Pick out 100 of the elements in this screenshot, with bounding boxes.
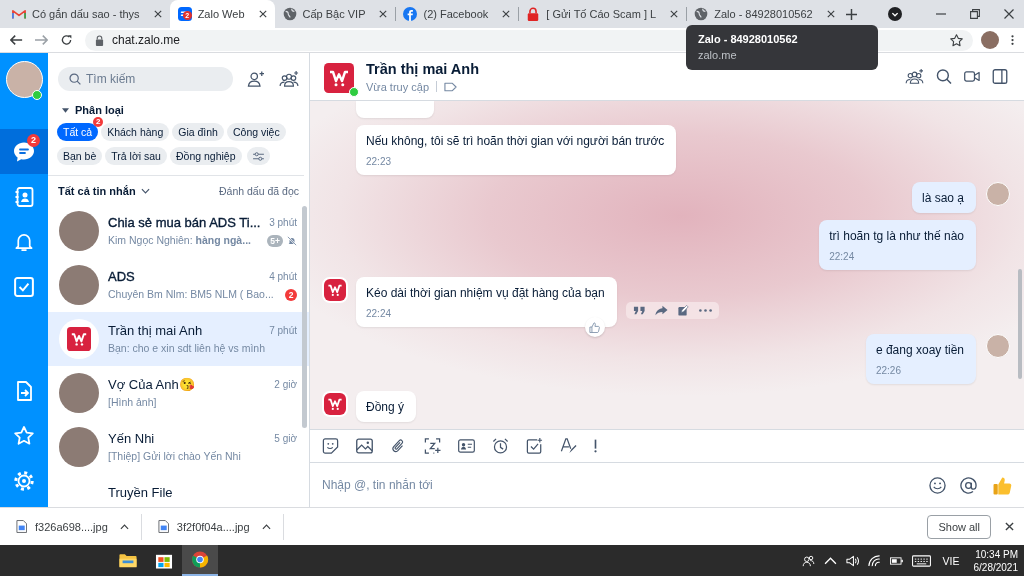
message-input[interactable]: Nhập @, tin nhắn tới	[322, 472, 915, 498]
mail-icon	[12, 7, 26, 21]
reload-icon[interactable]	[60, 34, 73, 46]
search-icon[interactable]	[936, 69, 952, 84]
facebook-icon	[403, 7, 418, 21]
more-icon[interactable]	[698, 309, 712, 312]
new-tab-icon[interactable]	[846, 8, 857, 20]
people-icon[interactable]	[801, 554, 815, 567]
category-chip[interactable]: Tất cả	[57, 123, 99, 141]
keyboard-icon[interactable]	[911, 554, 931, 567]
bell-icon	[14, 231, 34, 252]
menu-icon[interactable]	[1011, 34, 1014, 46]
close-icon[interactable]	[1004, 9, 1014, 19]
create-group-icon[interactable]	[279, 71, 299, 87]
contact-card-icon[interactable]	[458, 438, 475, 454]
checklist-icon[interactable]	[526, 438, 543, 454]
add-friend-icon[interactable]	[247, 71, 265, 87]
quote-icon[interactable]	[632, 305, 646, 316]
forward-arrow-icon[interactable]	[35, 34, 48, 46]
category-chip[interactable]: Trả lời sau	[105, 147, 167, 165]
contact-name: ADS	[108, 269, 135, 284]
caret-up-icon[interactable]	[261, 523, 271, 530]
chevron-up-icon[interactable]	[823, 554, 837, 567]
contact-avatar	[59, 265, 99, 305]
sticker-icon[interactable]	[322, 438, 339, 454]
caret-down-icon[interactable]	[62, 107, 69, 113]
browser-tab[interactable]: Zalo - 84928010562	[686, 0, 843, 28]
browser-tab[interactable]: Cấp Bậc VIP	[274, 0, 396, 28]
edit-icon[interactable]	[676, 305, 690, 316]
tag-icon[interactable]	[444, 81, 457, 92]
file-transfer-icon	[14, 380, 34, 401]
category-chip[interactable]: Bạn bè	[57, 147, 103, 165]
last-seen-status: Vừa truy cập	[366, 80, 429, 93]
show-all-button[interactable]: Show all	[927, 514, 991, 539]
category-chip[interactable]: Công việc	[226, 123, 286, 141]
add-to-group-icon[interactable]	[905, 69, 924, 84]
chevron-down-icon	[140, 188, 150, 194]
message-time: 3 phút	[269, 217, 297, 228]
alarm-clock-icon[interactable]	[492, 438, 509, 454]
message-text: e đang xoay tiền	[875, 343, 964, 358]
thumbs-up-icon[interactable]	[993, 475, 1012, 495]
category-chip[interactable]: Khách hàng	[101, 123, 170, 141]
search-field[interactable]: Tìm kiếm	[58, 67, 233, 91]
message-time: 22:24	[366, 308, 393, 320]
category-chip[interactable]: Đồng nghiệp	[169, 147, 242, 165]
settings-icon	[14, 470, 34, 491]
browser-tab[interactable]: [ Gửi Tố Cáo Scam ] L	[518, 0, 687, 28]
category-chip[interactable]: Gia đình	[172, 123, 224, 141]
restore-icon[interactable]	[970, 9, 980, 19]
contact-name: Vợ Của Anh😘	[108, 377, 195, 392]
side-panel-icon[interactable]	[992, 69, 1008, 84]
image-file-icon	[157, 520, 169, 533]
download-item[interactable]: f326a698....jpg	[0, 513, 142, 540]
battery-icon[interactable]	[889, 554, 903, 567]
emoji-icon[interactable]	[929, 476, 946, 494]
user-avatar[interactable]	[5, 61, 43, 98]
unread-badge: 2	[93, 117, 104, 127]
image-icon[interactable]	[356, 438, 373, 454]
conversation-item[interactable]: Vợ Của Anh😘 2 giờ [Hình ảnh]	[48, 366, 309, 420]
nav-button[interactable]: 2	[0, 129, 48, 174]
video-camera-icon[interactable]	[964, 69, 980, 84]
speaker-icon[interactable]	[845, 554, 859, 567]
back-arrow-icon[interactable]	[10, 34, 23, 46]
contact-avatar	[59, 211, 99, 251]
browser-tab[interactable]: (2) Facebook	[395, 0, 519, 28]
message-time: 5 giờ	[274, 433, 297, 444]
close-icon[interactable]	[1005, 522, 1014, 531]
filter-button[interactable]	[246, 147, 270, 165]
share-arrow-icon[interactable]	[654, 305, 668, 316]
unread-badge: 2	[285, 288, 297, 301]
tab-search-icon[interactable]	[888, 7, 902, 21]
conversation-item[interactable]: Chia sẻ mua bán ADS Ti... 3 phút Kim Ngọc Nghiên: hàng ngà... 5+	[48, 204, 309, 258]
important-icon[interactable]	[594, 438, 597, 454]
conversation-item[interactable]: Trần thị mai Anh 7 phút Bạn: cho e xin sdt liên hệ vs mình	[48, 312, 309, 366]
scrollbar-thumb[interactable]	[302, 206, 307, 428]
globe-icon	[694, 7, 709, 21]
conversation-item[interactable]: Truyền File	[48, 474, 309, 507]
mention-icon[interactable]	[960, 476, 977, 494]
conversation-item[interactable]: ADS 4 phút Chuyên Bm Nlm: BM5 NLM ( Bao... 2	[48, 258, 309, 312]
browser-tab[interactable]: Có gắn dấu sao - thys	[4, 0, 170, 28]
input-language[interactable]: VIE	[942, 554, 960, 567]
caret-up-icon[interactable]	[119, 523, 129, 530]
wifi-icon[interactable]	[867, 554, 881, 567]
contact-name: Truyền File	[108, 485, 173, 500]
scrollbar-thumb[interactable]	[1018, 269, 1022, 379]
message-time: 22:24	[829, 251, 856, 263]
download-item[interactable]: 3f2f0f04a....jpg	[141, 513, 284, 540]
message-preview: Chuyên Bm Nlm: BM5 NLM ( Bao...	[108, 288, 274, 301]
text-format-icon[interactable]	[560, 438, 577, 454]
filter-dropdown[interactable]: Tất cả tin nhắn	[58, 185, 150, 197]
bookmark-star-icon[interactable]	[950, 33, 963, 47]
mark-read-link[interactable]: Đánh dấu đã đọc	[219, 185, 299, 197]
padlock-icon	[526, 7, 541, 21]
message-time: 22:26	[875, 365, 902, 377]
profile-avatar[interactable]	[981, 31, 999, 49]
conversation-item[interactable]: Yến Nhi 5 giờ [Thiệp] Gửi lời chào Yến Nhi	[48, 420, 309, 474]
section-title: Phân loại	[75, 104, 124, 116]
browser-icon	[191, 551, 209, 568]
search-icon	[69, 73, 81, 85]
screenshot-icon[interactable]	[424, 438, 441, 454]
